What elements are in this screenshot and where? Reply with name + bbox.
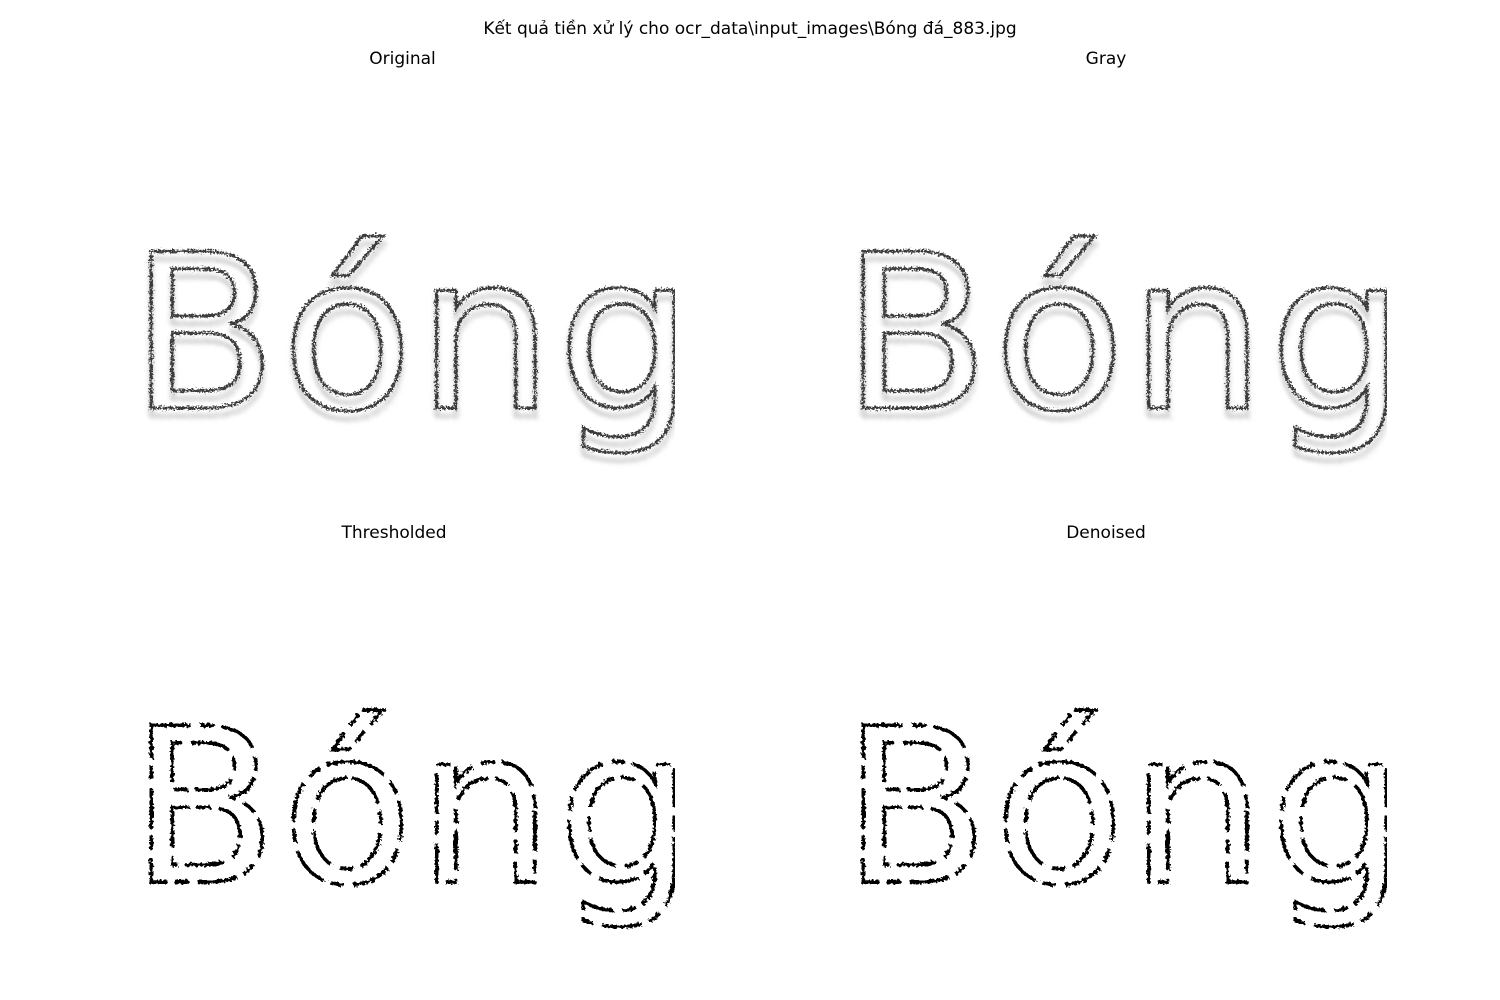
gray-word-text: Bóng đá: [842, 208, 1387, 459]
denoised-image: Bóng đá: [842, 680, 1387, 935]
thresholded-word-text: Bóng đá: [130, 682, 675, 933]
panel-title-original: Original: [369, 49, 436, 69]
denoised-word-text: Bóng đá: [842, 682, 1387, 933]
panel-denoised: Denoised Bóng đá: [842, 522, 1387, 992]
panel-gray: Gray Bóng đá Bóng đá: [842, 48, 1387, 518]
panel-thresholded: Thresholded Bóng đá: [130, 522, 675, 992]
panel-title-denoised: Denoised: [1066, 523, 1146, 543]
thresholded-image: Bóng đá: [130, 680, 675, 935]
panel-original: Original Bóng đá Bóng đá: [130, 48, 675, 518]
panel-title-gray: Gray: [1085, 49, 1127, 69]
panel-title-thresholded: Thresholded: [341, 523, 447, 543]
figure-title: Kết quả tiền xử lý cho ocr_data\input_im…: [483, 19, 1017, 39]
gray-image: Bóng đá Bóng đá: [842, 207, 1387, 470]
original-word-text: Bóng đá: [130, 208, 675, 459]
original-image: Bóng đá Bóng đá: [130, 207, 675, 470]
